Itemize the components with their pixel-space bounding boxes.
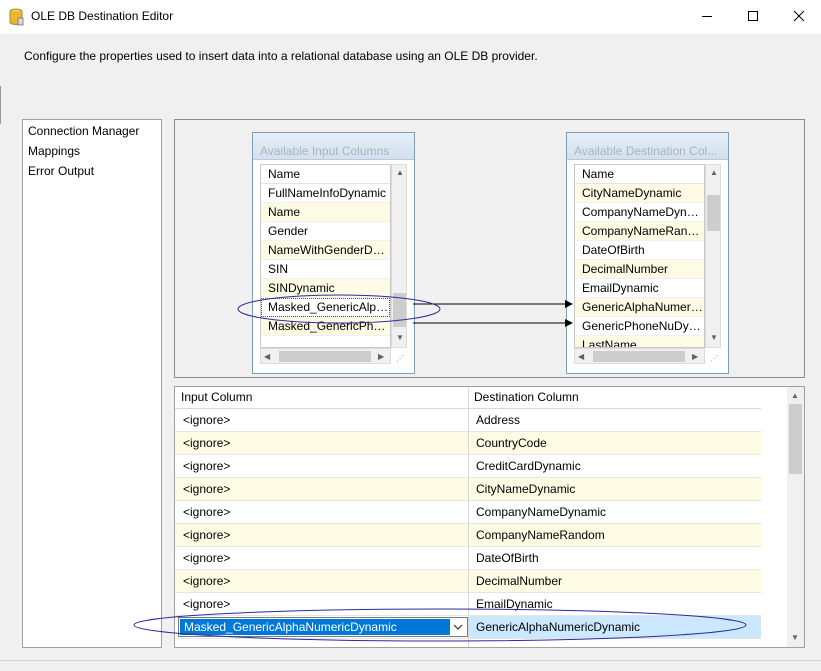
mapping-overlay xyxy=(133,294,747,642)
divider xyxy=(0,660,821,661)
highlight-ellipse xyxy=(133,608,747,642)
highlight-ellipse xyxy=(237,294,441,324)
